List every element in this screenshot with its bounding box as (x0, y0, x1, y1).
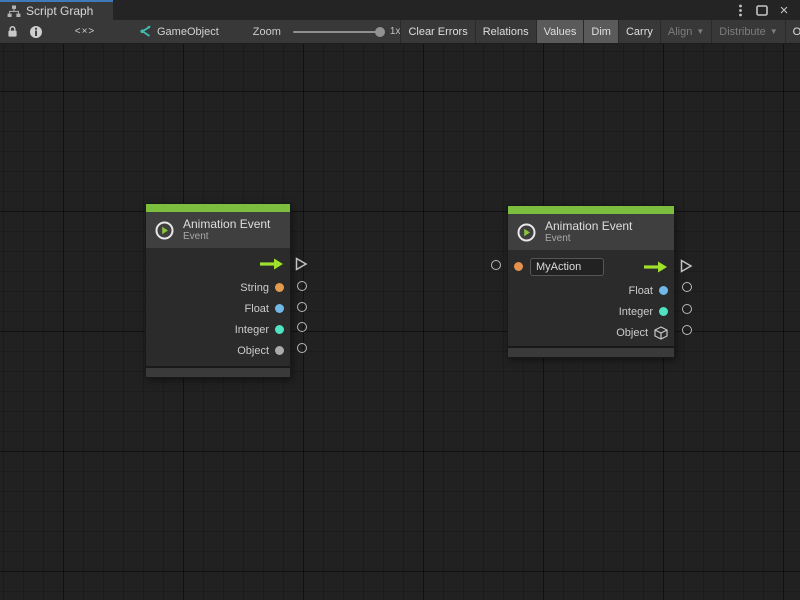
inspector-button[interactable] (24, 20, 48, 43)
integer-output-port[interactable] (682, 304, 692, 314)
port-label: Object (237, 345, 269, 357)
float-type-dot (275, 304, 284, 313)
flow-output-port[interactable] (680, 259, 693, 273)
overview-button[interactable]: Overview (786, 20, 800, 43)
toolbar-right-buttons: Clear Errors Relations Values Dim Carry … (400, 20, 800, 43)
graph-asset-icon (138, 25, 152, 38)
port-label: Integer (619, 306, 653, 318)
string-type-dot (275, 283, 284, 292)
port-label: Float (245, 303, 269, 315)
info-icon (29, 25, 43, 39)
zoom-value: 1x (390, 26, 401, 37)
zoom-slider[interactable] (293, 31, 383, 33)
chevron-down-icon: ▼ (770, 27, 778, 36)
graph-target[interactable]: GameObject (138, 20, 219, 43)
cube-icon (654, 326, 668, 340)
string-output-port[interactable] (297, 281, 307, 291)
more-icon[interactable] (732, 2, 748, 18)
float-type-dot (659, 286, 668, 295)
object-output-port[interactable] (297, 343, 307, 353)
port-row-integer: Integer (508, 301, 674, 322)
node-footer (146, 368, 290, 377)
values-button[interactable]: Values (537, 20, 584, 43)
dim-button[interactable]: Dim (584, 20, 618, 43)
flow-output-port[interactable] (295, 257, 308, 271)
flow-arrow-icon (258, 258, 284, 270)
graph-toolbar: <×> GameObject Zoom 1x Clear Errors Rela… (0, 20, 800, 44)
align-button[interactable]: Align ▼ (661, 20, 711, 43)
lock-icon (6, 25, 19, 38)
port-row-integer: Integer (146, 319, 290, 340)
object-output-port[interactable] (682, 325, 692, 335)
zoom-label: Zoom (253, 26, 281, 38)
string-input-dot (514, 262, 523, 271)
distribute-label: Distribute (719, 26, 765, 38)
zoom-control: Zoom 1x (253, 20, 401, 43)
event-name-input-port[interactable] (491, 260, 501, 270)
tab-script-graph[interactable]: Script Graph (0, 0, 113, 20)
relations-button[interactable]: Relations (476, 20, 536, 43)
float-output-port[interactable] (682, 282, 692, 292)
carry-button[interactable]: Carry (619, 20, 660, 43)
object-type-dot (275, 346, 284, 355)
port-label: String (240, 282, 269, 294)
node-title: Animation Event (545, 219, 632, 233)
graph-canvas[interactable]: Animation Event Event String Float (0, 44, 800, 600)
script-graph-icon (7, 5, 21, 18)
port-row-object: Object (146, 340, 290, 361)
node-accent-bar (508, 206, 674, 214)
port-row-float: Float (508, 280, 674, 301)
port-row-float: Float (146, 298, 290, 319)
tab-label: Script Graph (26, 4, 93, 18)
node-header[interactable]: Animation Event Event (146, 212, 290, 248)
node-subtitle: Event (183, 231, 270, 243)
integer-type-dot (659, 307, 668, 316)
lock-button[interactable] (0, 20, 24, 43)
integer-output-port[interactable] (297, 322, 307, 332)
node-animation-event-1[interactable]: Animation Event Event String Float (145, 203, 291, 378)
zoom-slider-handle[interactable] (375, 27, 385, 37)
event-name-input[interactable] (530, 258, 604, 276)
code-angle-icon: <×> (75, 26, 96, 37)
distribute-button[interactable]: Distribute ▼ (712, 20, 784, 43)
node-footer (508, 348, 674, 357)
float-output-port[interactable] (297, 302, 307, 312)
titlebar: Script Graph × (0, 0, 800, 20)
port-label: Integer (235, 324, 269, 336)
gameobject-label: GameObject (157, 26, 219, 38)
flow-arrow-icon (642, 261, 668, 273)
integer-type-dot (275, 325, 284, 334)
window-controls: × (732, 0, 800, 20)
port-row-object: Object (508, 322, 674, 343)
flow-output-row (146, 253, 290, 274)
node-title: Animation Event (183, 217, 270, 231)
maximize-icon[interactable] (754, 2, 770, 18)
chevron-down-icon: ▼ (696, 27, 704, 36)
node-body: Float Integer Object (508, 250, 674, 346)
port-row-string: String (146, 277, 290, 298)
node-accent-bar (146, 204, 290, 212)
play-circle-icon (517, 223, 536, 242)
close-icon[interactable]: × (776, 2, 792, 18)
port-label: Float (629, 285, 653, 297)
node-animation-event-2[interactable]: Animation Event Event Float (507, 205, 675, 358)
event-name-row (508, 253, 674, 280)
node-subtitle: Event (545, 233, 632, 245)
play-circle-icon (155, 221, 174, 240)
node-header[interactable]: Animation Event Event (508, 214, 674, 250)
code-preview-button[interactable]: <×> (48, 20, 122, 43)
clear-errors-button[interactable]: Clear Errors (401, 20, 474, 43)
port-label: Object (616, 327, 648, 339)
align-label: Align (668, 26, 692, 38)
node-body: String Float Integer Object (146, 248, 290, 366)
